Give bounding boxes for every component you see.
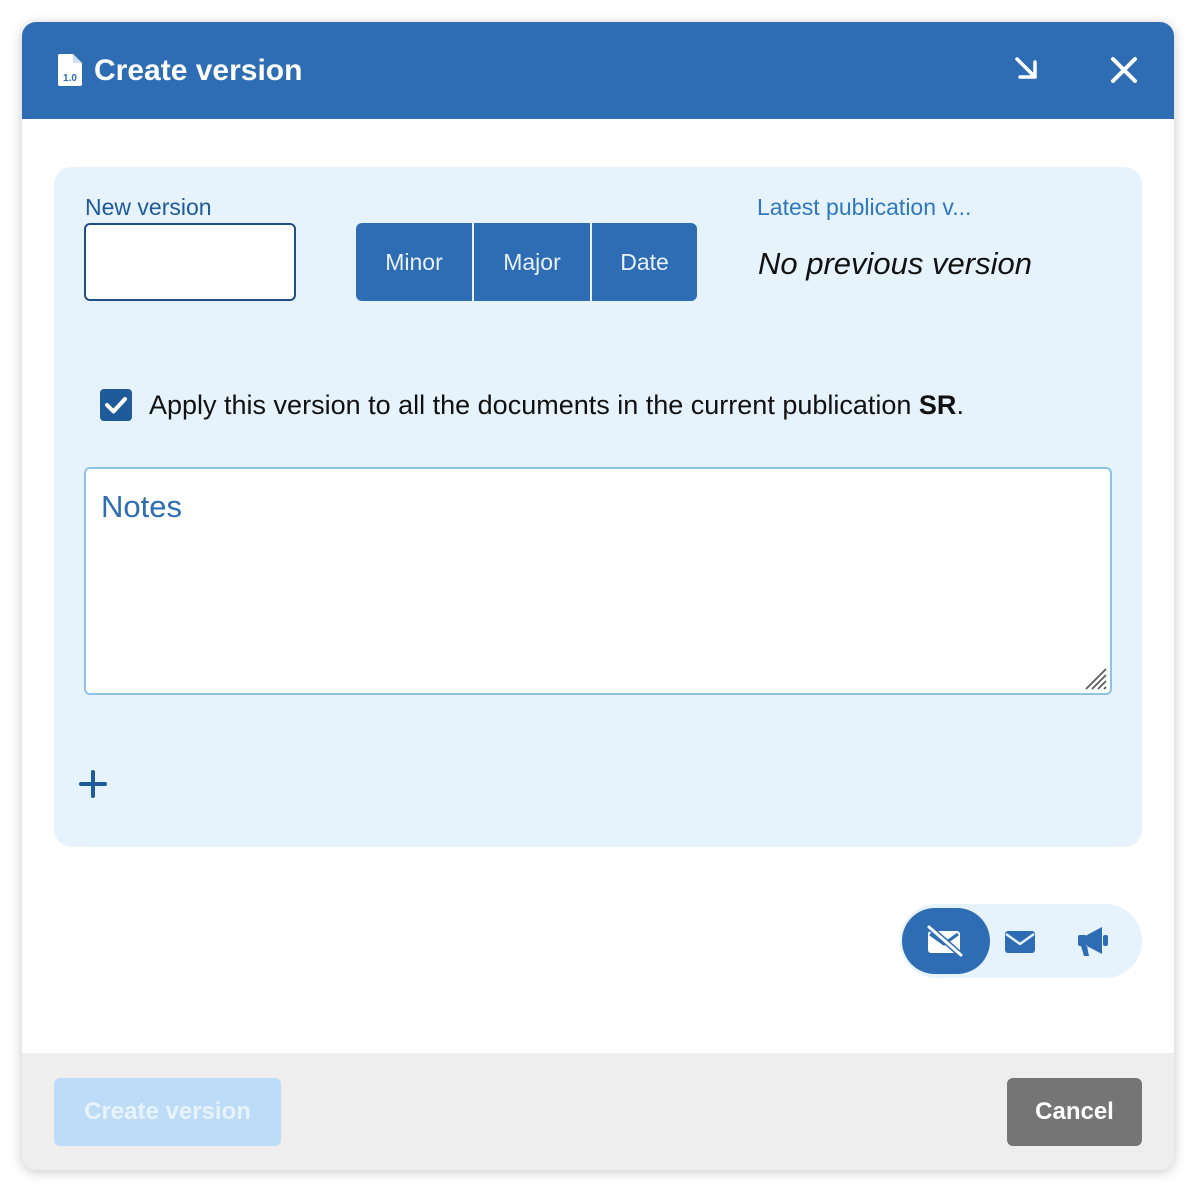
latest-publication-label: Latest publication v... <box>757 194 972 220</box>
no-email-button[interactable] <box>902 908 990 974</box>
date-button[interactable]: Date <box>592 223 697 301</box>
resize-grip-icon[interactable] <box>1082 665 1108 691</box>
notification-toggle-group <box>900 904 1142 978</box>
minor-button[interactable]: Minor <box>356 223 472 301</box>
latest-publication-value: No previous version <box>758 246 1032 281</box>
apply-to-all-label: Apply this version to all the documents … <box>149 388 964 422</box>
apply-text-end: . <box>956 390 964 420</box>
cancel-button[interactable]: Cancel <box>1007 1078 1142 1146</box>
dialog-header: 1.0 Create version <box>22 22 1174 119</box>
no-email-icon <box>927 925 963 957</box>
major-button[interactable]: Major <box>474 223 590 301</box>
create-version-button[interactable]: Create version <box>54 1078 281 1146</box>
dialog-title: Create version <box>94 54 303 87</box>
megaphone-icon[interactable] <box>1076 924 1112 958</box>
apply-to-all-checkbox[interactable] <box>100 389 132 421</box>
new-version-label: New version <box>85 194 212 220</box>
notes-textarea[interactable] <box>84 467 1112 695</box>
new-version-input[interactable] <box>84 223 296 301</box>
email-icon[interactable] <box>1004 928 1036 956</box>
arrow-down-right-icon[interactable] <box>1012 54 1042 84</box>
apply-text-start: Apply this version to all the documents … <box>149 390 919 420</box>
checkmark-icon <box>105 397 127 414</box>
version-form-panel: New version Minor Major Date Latest publ… <box>54 167 1142 847</box>
dialog-footer: Create version Cancel <box>22 1053 1174 1170</box>
version-file-icon: 1.0 <box>58 54 82 86</box>
version-badge-text: 1.0 <box>63 73 77 84</box>
publication-name: SR <box>918 390 957 420</box>
close-icon[interactable] <box>1108 54 1140 86</box>
create-version-dialog: 1.0 Create version New version Minor Maj… <box>22 22 1174 1170</box>
plus-icon[interactable] <box>78 769 108 799</box>
